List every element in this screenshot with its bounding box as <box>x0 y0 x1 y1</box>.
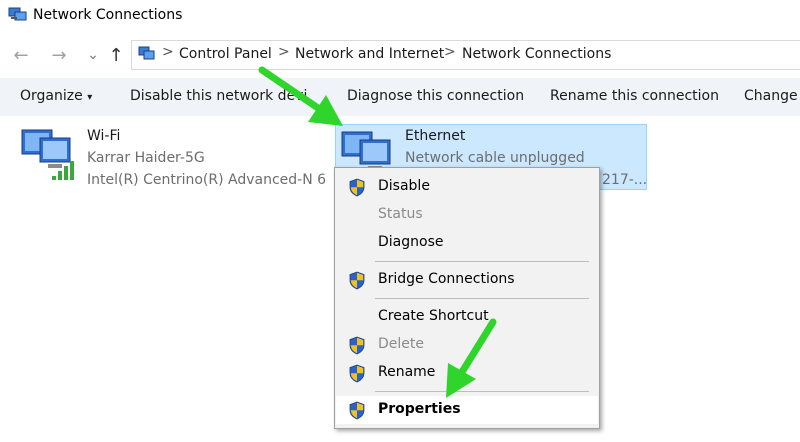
menu-separator <box>375 261 589 262</box>
back-arrow-icon[interactable]: ← <box>10 44 32 66</box>
wifi-network-name: Karrar Haider-5G <box>87 150 205 166</box>
ethernet-adapter-name: 217-... <box>602 172 648 188</box>
menu-separator <box>375 298 589 299</box>
breadcrumb-network-connections[interactable]: Network Connections <box>462 46 611 62</box>
diagnose-connection-button[interactable]: Diagnose this connection <box>347 88 524 104</box>
ethernet-status: Network cable unplugged <box>405 150 585 166</box>
menu-item-properties[interactable]: Properties <box>336 396 598 424</box>
menu-separator <box>375 391 589 392</box>
wifi-adapter-name: Intel(R) Centrino(R) Advanced-N 6... <box>87 172 327 188</box>
uac-shield-icon <box>349 271 365 290</box>
uac-shield-icon <box>349 178 365 197</box>
organize-label: Organize <box>20 88 83 104</box>
context-menu: Disable Status Diagnose Bridge Connectio… <box>334 167 600 429</box>
network-connections-icon <box>8 7 27 21</box>
menu-item-delete[interactable]: Delete <box>336 331 598 359</box>
window-title: Network Connections <box>33 7 183 23</box>
menu-item-diagnose[interactable]: Diagnose <box>336 229 598 257</box>
command-toolbar: Organize ▾ Disable this network device D… <box>0 78 800 116</box>
disable-device-button[interactable]: Disable this network device <box>130 88 308 104</box>
up-arrow-icon[interactable]: ↑ <box>105 44 127 66</box>
menu-item-label: Bridge Connections <box>378 271 515 287</box>
wifi-name: Wi-Fi <box>87 128 121 144</box>
uac-shield-icon <box>349 336 365 355</box>
breadcrumb-network-and-internet[interactable]: Network and Internet <box>295 46 444 62</box>
breadcrumb-separator[interactable]: > <box>278 44 290 60</box>
menu-item-create-shortcut[interactable]: Create Shortcut <box>336 303 598 331</box>
uac-shield-icon <box>349 364 365 383</box>
control-panel-icon <box>138 46 155 60</box>
organize-button[interactable]: Organize ▾ <box>20 88 92 104</box>
menu-item-label: Diagnose <box>378 234 444 250</box>
address-bar[interactable]: > Control Panel > Network and Internet >… <box>131 40 800 70</box>
breadcrumb-separator[interactable]: > <box>444 44 456 60</box>
breadcrumb-control-panel[interactable]: Control Panel <box>179 46 272 62</box>
menu-item-status[interactable]: Status <box>336 201 598 229</box>
ethernet-name: Ethernet <box>405 128 466 144</box>
menu-item-label: Properties <box>378 401 461 417</box>
forward-arrow-icon[interactable]: → <box>48 44 70 66</box>
wifi-adapter-icon <box>21 129 74 180</box>
menu-item-bridge-connections[interactable]: Bridge Connections <box>336 266 598 294</box>
menu-item-rename[interactable]: Rename <box>336 359 598 387</box>
title-bar: Network Connections <box>0 0 800 32</box>
dropdown-caret-icon: ▾ <box>87 92 93 103</box>
menu-item-label: Create Shortcut <box>378 308 489 324</box>
change-settings-button[interactable]: Change settings of this connection <box>744 88 800 104</box>
rename-connection-button[interactable]: Rename this connection <box>550 88 719 104</box>
menu-item-label: Delete <box>378 336 424 352</box>
recent-locations-chevron-icon[interactable]: ⌄ <box>82 44 104 66</box>
menu-item-label: Status <box>378 206 423 222</box>
menu-item-label: Rename <box>378 364 436 380</box>
menu-item-disable[interactable]: Disable <box>336 173 598 201</box>
breadcrumb-separator: > <box>162 44 174 60</box>
uac-shield-icon <box>349 401 365 420</box>
menu-item-label: Disable <box>378 178 430 194</box>
